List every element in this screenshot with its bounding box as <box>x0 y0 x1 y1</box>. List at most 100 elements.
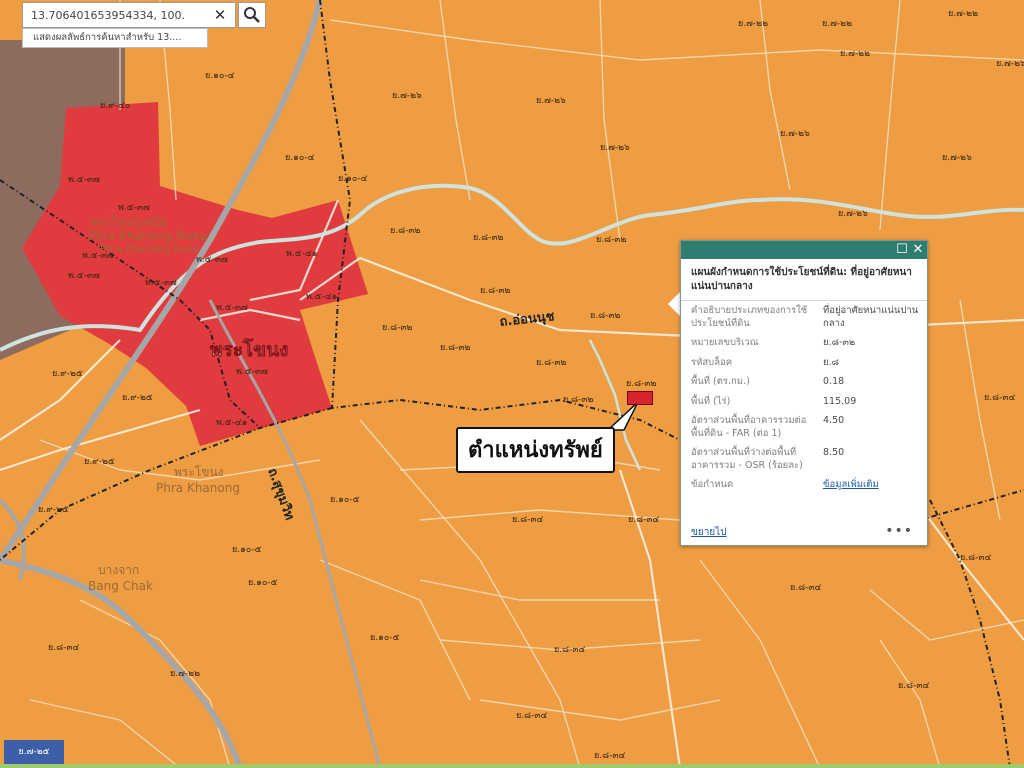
zone-label: ย.๘-๓๔ <box>48 643 79 653</box>
attribute-key: อัตราส่วนพื้นที่ว่างต่อพื้นที่อาคารรวม -… <box>691 447 803 471</box>
close-icon[interactable]: ✕ <box>911 243 925 257</box>
zone-label: ย.๑๐-๕ <box>330 495 360 505</box>
popup-pointer <box>668 292 680 316</box>
attribute-row: พื้นที่ (ตร.กม.) 0.18 <box>691 376 919 389</box>
zone-label: ย.๑๐-๔ <box>285 153 315 163</box>
attribute-value: ที่อยู่อาศัยหนาแน่นปานกลาง <box>823 305 919 329</box>
search-box: ✕ <box>22 2 236 28</box>
close-icon[interactable]: ✕ <box>211 6 229 24</box>
zone-label: ย.๘-๓๔ <box>898 681 929 691</box>
zone-label: พ.๕-๓๗ <box>216 303 248 313</box>
attribute-key: พื้นที่ (ไร่) <box>691 395 731 407</box>
zone-label: ย.๗-๒๒ <box>738 19 768 29</box>
zoom-to-link[interactable]: ขยายไป <box>691 527 727 538</box>
attribute-value: 4.50 <box>823 415 845 426</box>
attribute-row: อัตราส่วนพื้นที่อาคารรวมต่อพื้นที่ดิน - … <box>691 415 919 440</box>
zone-label: พ.๕-๓๗ <box>68 271 100 281</box>
zone-label: ย.๘-๓๒ <box>626 379 656 389</box>
search-button[interactable] <box>238 2 266 28</box>
zone-label: ย.๑๐-๔ <box>205 71 235 81</box>
attribute-key: คำอธิบายประเภทของการใช้ประโยชน์ที่ดิน <box>691 305 808 329</box>
district-label-en: Bang Chak <box>88 579 153 593</box>
zone-label: ย.๘-๓๒ <box>382 323 412 333</box>
zone-label: ย.๗-๒๖ <box>996 59 1024 69</box>
zone-label: ย.๘-๓๒ <box>440 343 470 353</box>
attribute-key: อัตราส่วนพื้นที่อาคารรวมต่อพื้นที่ดิน - … <box>691 415 807 439</box>
zone-label: ย.๙-๒๕ <box>52 369 83 379</box>
attribute-key: พื้นที่ (ตร.กม.) <box>691 376 750 387</box>
search-input[interactable] <box>23 3 209 27</box>
zone-label: ย.๘-๓๔ <box>512 515 543 525</box>
zone-label: ย.๘-๓๒ <box>390 226 420 236</box>
attribute-value: ย.๘-๓๒ <box>823 337 856 348</box>
zone-label: ย.๙-๒๕ <box>38 505 69 515</box>
zone-label: ย.๗-๒๖ <box>536 96 566 106</box>
zone-label: ย.๗-๒๖ <box>780 129 810 139</box>
zone-label: ย.๙-๒๕ <box>122 393 153 403</box>
zone-label: ย.๘-๓๔ <box>628 515 659 525</box>
zone-label: ย.๑๐-๕ <box>370 633 400 643</box>
attribute-value: ย.๘ <box>823 356 839 368</box>
search-icon <box>244 7 260 23</box>
zone-label: ย.๗-๒๒ <box>822 19 852 29</box>
zone-label: ย.๑๐-๕ <box>248 578 278 588</box>
zone-label: ย.๗-๒๒ <box>840 49 870 59</box>
zone-label: พ.๕-๔๑ <box>216 418 247 428</box>
zone-label: ย.๗-๒๖ <box>838 209 868 219</box>
zone-label: ย.๙-๔๐ <box>100 101 130 111</box>
zone-label: ย.๗-๒๖ <box>600 143 630 153</box>
zone-label: ย.๑๐-๔ <box>338 174 368 184</box>
district-label-th: Phra Khanong Nuea <box>100 244 199 255</box>
zone-label: ย.๗-๒๒ <box>948 9 978 19</box>
zone-label: พ.๕-๓๗ <box>118 203 150 213</box>
zone-label: ย.๘-๓๔ <box>984 393 1015 403</box>
district-label-th: บางจาก <box>98 563 139 577</box>
zone-label: ย.๘-๓๔ <box>594 751 625 761</box>
attribute-key: รหัสบล็อค <box>691 356 733 368</box>
attribute-row: รหัสบล็อค ย.๘ <box>691 357 919 370</box>
attribute-row: ข้อกำหนด ข้อมูลเพิ่มเติม <box>691 479 919 492</box>
popup-footer: ขยายไป ••• <box>691 523 917 539</box>
attribute-value: 115.09 <box>823 395 857 407</box>
attribute-value: 0.18 <box>823 376 845 387</box>
zone-label: ย.๘-๓๒ <box>563 395 593 405</box>
legend-badge[interactable]: ย.๗-๒๕ <box>4 740 64 764</box>
property-location-label: ตำแหน่งทรัพย์ <box>456 427 615 473</box>
zone-label: ย.๗-๒๖ <box>942 153 972 163</box>
attribute-row: อัตราส่วนพื้นที่ว่างต่อพื้นที่อาคารรวม -… <box>691 447 919 472</box>
zone-label: ย.๘-๓๔ <box>516 711 547 721</box>
zone-label: พ.๕-๓๗ <box>196 255 228 265</box>
bottom-strip <box>0 764 1024 768</box>
district-label-big: พระโขนง <box>210 338 288 361</box>
zone-label: พ.๕-๓๗ <box>68 175 100 185</box>
zone-label: ย.๗-๒๒ <box>170 669 200 679</box>
feature-popup: ☐ ✕ แผนผังกำหนดการใช้ประโยชน์ที่ดิน: ที่… <box>680 240 928 546</box>
zone-label: ย.๘-๓๒ <box>536 358 566 368</box>
district-label-th: พระโขนง <box>174 465 224 479</box>
attribute-row: หมายเลขบริเวณ ย.๘-๓๒ <box>691 337 919 350</box>
property-marker[interactable] <box>627 391 653 405</box>
zone-label: ย.๑๐-๕ <box>232 545 262 555</box>
zone-label: พ.๕-๔๑ <box>286 249 317 259</box>
district-label-th: พระโขนงเหนือ <box>90 215 167 229</box>
popup-attributes: คำอธิบายประเภทของการใช้ประโยชน์ที่ดิน ที่… <box>681 305 927 492</box>
zone-label: พ.๕-๔๑ <box>306 292 337 302</box>
attribute-key: หมายเลขบริเวณ <box>691 337 759 348</box>
zone-label: พ.๕-๓๗ <box>145 278 177 288</box>
zone-label: ย.๘-๓๔ <box>790 583 821 593</box>
zone-label: ย.๙-๒๕ <box>84 457 115 467</box>
zone-label: พ.๕-๓๗ <box>236 367 268 377</box>
maximize-icon[interactable]: ☐ <box>895 243 909 257</box>
more-options-icon[interactable]: ••• <box>885 523 913 539</box>
attribute-row: คำอธิบายประเภทของการใช้ประโยชน์ที่ดิน ที่… <box>691 305 919 330</box>
district-label-en: Phra Khanong <box>156 481 240 495</box>
zone-label: ย.๘-๓๒ <box>596 235 626 245</box>
zone-label: ย.๘-๓๒ <box>473 233 503 243</box>
zone-label: ย.๘-๓๔ <box>554 645 585 655</box>
zone-label: ย.๘-๓๒ <box>480 286 510 296</box>
more-info-link[interactable]: ข้อมูลเพิ่มเติม <box>823 479 919 492</box>
zone-label: ย.๘-๓๔ <box>960 553 991 563</box>
attribute-value: 8.50 <box>823 447 845 458</box>
popup-title: แผนผังกำหนดการใช้ประโยชน์ที่ดิน: ที่อยู่… <box>681 259 927 301</box>
search-suggestion[interactable]: แสดงผลลัพธ์การค้นหาสำหรับ 13.... <box>22 28 208 48</box>
